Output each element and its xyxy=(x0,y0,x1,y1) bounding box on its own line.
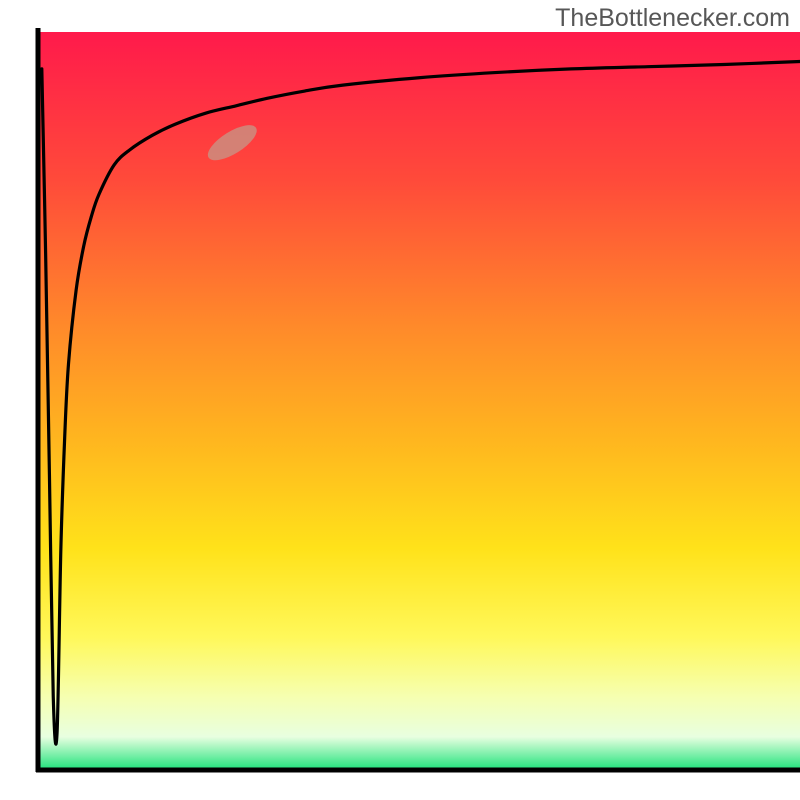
bottleneck-chart: TheBottlenecker.com xyxy=(0,0,800,800)
watermark-text: TheBottlenecker.com xyxy=(555,4,790,33)
chart-svg xyxy=(0,0,800,800)
plot-background xyxy=(38,32,800,770)
